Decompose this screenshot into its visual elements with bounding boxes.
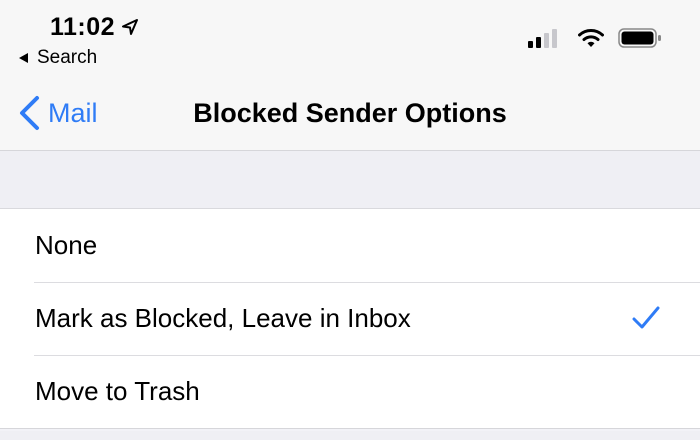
- option-label: Mark as Blocked, Leave in Inbox: [35, 303, 411, 333]
- location-arrow-icon: [122, 19, 139, 35]
- option-none[interactable]: None: [0, 209, 700, 282]
- option-mark-as-blocked[interactable]: Mark as Blocked, Leave in Inbox: [0, 282, 700, 355]
- back-button-label: Mail: [48, 97, 98, 128]
- screen: 11:02 Search Blocked Sender Options Mail…: [0, 0, 700, 440]
- back-button[interactable]: Mail: [18, 93, 98, 133]
- status-bar: 11:02 Search: [0, 0, 700, 75]
- navigation-bar: Blocked Sender Options Mail: [0, 75, 700, 151]
- battery-icon: [618, 28, 661, 48]
- status-indicators: [528, 26, 662, 50]
- option-label: Move to Trash: [35, 376, 200, 406]
- bottom-spacer: [0, 431, 700, 440]
- section-spacer: [0, 151, 700, 209]
- back-to-app[interactable]: Search: [17, 47, 97, 69]
- page-title: Blocked Sender Options: [193, 98, 507, 128]
- checkmark-icon: [632, 306, 660, 329]
- status-time: 11:02: [50, 12, 116, 41]
- signal-icon: [528, 29, 557, 48]
- chevron-left-icon: [20, 96, 39, 130]
- back-app-label: Search: [37, 47, 98, 68]
- wifi-icon: [578, 29, 604, 47]
- option-move-to-trash[interactable]: Move to Trash: [0, 355, 700, 428]
- option-label: None: [35, 230, 98, 260]
- back-triangle-icon: [19, 53, 28, 63]
- options-list: None Mark as Blocked, Leave in Inbox Mov…: [0, 209, 700, 429]
- time-row: 11:02: [50, 10, 139, 44]
